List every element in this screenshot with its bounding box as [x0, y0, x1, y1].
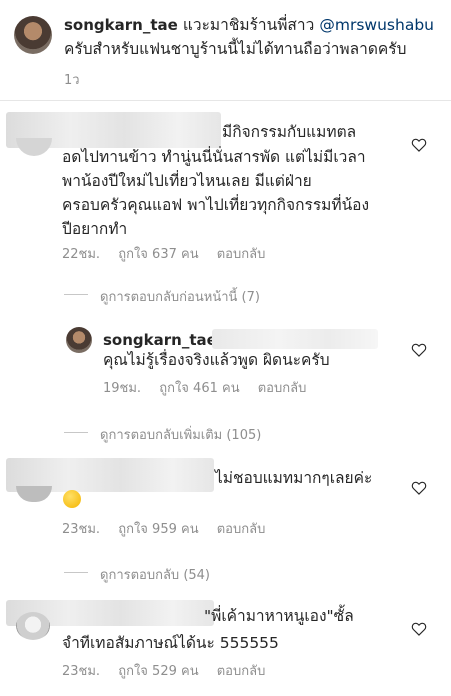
like-count[interactable]: ถูกใจ 529 คน [118, 664, 198, 679]
comment-text: "พี่เค้ามาหาหนูเอง"ซั้ล [204, 607, 354, 625]
avatar[interactable] [16, 486, 52, 502]
comment-text: คุณไม่รู้เรื่องจริงแล้วพูด ผิดนะครับ [103, 351, 330, 369]
divider-line [64, 432, 88, 433]
reply-username[interactable]: songkarn_tae [103, 330, 217, 350]
comment-meta: 22ชม. ถูกใจ 637 คน ตอบกลับ [62, 243, 279, 264]
smiling-face-emoji [63, 490, 81, 508]
comment-timestamp: 22ชม. [62, 247, 101, 262]
heart-outline-icon[interactable] [411, 138, 427, 152]
like-count[interactable]: ถูกใจ 959 คน [118, 522, 198, 537]
view-replies-button[interactable]: ดูการตอบกลับก่อนหน้านี้ (7) [100, 286, 260, 307]
avatar[interactable] [66, 327, 92, 353]
post-username[interactable]: songkarn_tae [64, 16, 178, 34]
reply-button[interactable]: ตอบกลับ [217, 664, 266, 679]
comment-timestamp: 23ชม. [62, 664, 101, 679]
comment-text: ปีอยากทำ [62, 220, 128, 238]
reply-button[interactable]: ตอบกลับ [217, 247, 266, 262]
like-count[interactable]: ถูกใจ 637 คน [118, 247, 198, 262]
comment-text: ไม่ชอบแมทมากๆเลยค่ะ [215, 469, 373, 487]
divider [0, 100, 451, 101]
avatar[interactable] [16, 138, 52, 156]
divider-line [64, 572, 88, 573]
reply-button[interactable]: ตอบกลับ [258, 381, 307, 396]
mention-link[interactable]: @mrswushabu [319, 16, 434, 34]
avatar[interactable] [14, 16, 52, 54]
heart-outline-icon[interactable] [411, 343, 427, 357]
comment-text: ครอบครัวคุณแอฟ พาไปเที่ยวทุกกิจกรรมที่น้… [62, 196, 370, 214]
comment-timestamp: 23ชม. [62, 522, 101, 537]
comment-text: มีกิจกรรมกับแมทตล [222, 123, 357, 141]
like-count[interactable]: ถูกใจ 461 คน [159, 381, 239, 396]
heart-outline-icon[interactable] [411, 481, 427, 495]
reply-button[interactable]: ตอบกลับ [217, 522, 266, 537]
comment-meta: 23ชม. ถูกใจ 959 คน ตอบกลับ [62, 518, 279, 539]
heart-outline-icon[interactable] [411, 622, 427, 636]
comment-timestamp: 19ชม. [103, 381, 142, 396]
redacted-text [212, 329, 378, 349]
view-replies-button[interactable]: ดูการตอบกลับ (54) [100, 564, 210, 585]
comment-text: จำทีเทอสัมภาษณ์ได้นะ 555555 [62, 634, 279, 652]
comment-text: พาน้องปีใหม่ไปเที่ยวไหนเลย มีแต่ฝ่าย [62, 172, 312, 190]
post-caption-text: แวะมาชิมร้านพี่สาว [182, 16, 315, 34]
divider-line [64, 294, 88, 295]
comment-text: อดไปทานข้าว ทำนู่นนี่นั่นสารพัด แต่ไม่มี… [62, 148, 366, 166]
view-replies-button[interactable]: ดูการตอบกลับเพิ่มเติม (105) [100, 424, 261, 445]
comment-meta: 23ชม. ถูกใจ 529 คน ตอบกลับ [62, 660, 279, 681]
comment-meta: 19ชม. ถูกใจ 461 คน ตอบกลับ [103, 377, 320, 398]
post-timestamp: 1ว [64, 73, 80, 88]
post-caption-line: ครับสำหรับแฟนชาบูร้านนี้ไม่ได้ทานถือว่าพ… [64, 40, 407, 58]
avatar[interactable] [16, 612, 50, 640]
